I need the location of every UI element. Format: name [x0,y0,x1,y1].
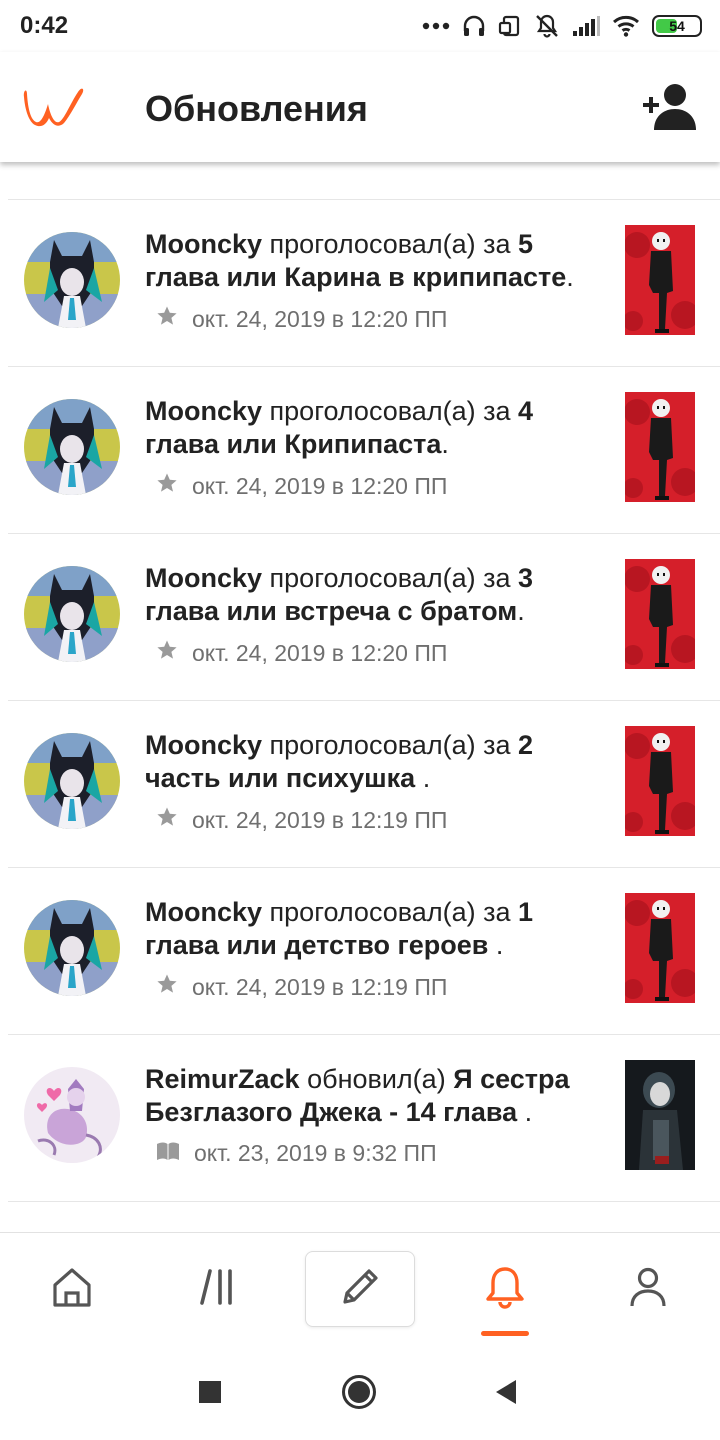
profile-icon [626,1265,670,1314]
nav-home[interactable] [17,1233,127,1345]
timestamp: окт. 24, 2019 в 12:20 ПП [192,472,448,499]
timestamp: окт. 24, 2019 в 12:19 ПП [192,806,448,833]
screen: 0:42 54 Обновления Mooncky проголосовал(… [0,0,720,1440]
item-meta: окт. 24, 2019 в 12:19 ПП [156,806,447,834]
list-item[interactable]: Mooncky проголосовал(а) за 5 глава или К… [8,200,720,367]
avatar[interactable] [24,733,120,829]
timestamp: окт. 24, 2019 в 12:19 ПП [192,973,448,1000]
avatar[interactable] [24,232,120,328]
headphones-icon [462,14,486,38]
username-link[interactable]: Mooncky [145,229,262,259]
story-cover[interactable] [625,559,695,669]
list-item[interactable]: Mooncky проголосовал(а) за 2 часть или п… [8,701,720,868]
updates-list: Mooncky проголосовал(а) за 5 глава или К… [0,200,720,1202]
wattpad-logo-icon[interactable] [22,80,88,133]
username-link[interactable]: Mooncky [145,563,262,593]
updates-feed[interactable]: Mooncky проголосовал(а) за 5 глава или К… [0,162,720,1232]
story-cover[interactable] [625,225,695,335]
item-text: Mooncky проголосовал(а) за 4 глава или К… [145,395,580,461]
end-punct: . [441,429,449,459]
list-item[interactable]: ReimurZack обновил(а) Я сестра Безглазог… [8,1035,720,1202]
rotate-icon [498,14,522,38]
active-tab-indicator [481,1331,529,1336]
signal-icon [572,15,600,37]
item-text: Mooncky проголосовал(а) за 1 глава или д… [145,896,580,962]
star-icon [156,639,178,667]
item-text: Mooncky проголосовал(а) за 2 часть или п… [145,729,580,795]
list-item[interactable]: Mooncky проголосовал(а) за 3 глава или в… [8,534,720,701]
dots-icon [422,22,450,30]
mute-icon [534,13,560,39]
timestamp: окт. 23, 2019 в 9:32 ПП [194,1140,437,1166]
pencil-icon [337,1264,383,1315]
item-text: Mooncky проголосовал(а) за 3 глава или в… [145,562,580,628]
avatar[interactable] [24,900,120,996]
status-icons: 54 [422,10,702,42]
star-icon [156,305,178,333]
list-item[interactable]: Mooncky проголосовал(а) за 4 глава или К… [8,367,720,534]
list-item[interactable]: Mooncky проголосовал(а) за 1 глава или д… [8,868,720,1035]
star-icon [156,973,178,1001]
partial-list-item[interactable] [8,162,720,200]
page-title: Обновления [145,88,368,129]
star-icon [156,806,178,834]
library-icon [196,1265,240,1314]
item-text: Mooncky проголосовал(а) за 5 глава или К… [145,228,580,294]
end-punct: . [517,596,525,626]
recents-icon[interactable] [198,1380,222,1409]
status-bar: 0:42 54 [0,0,720,52]
book-icon [156,1140,180,1167]
timestamp: окт. 24, 2019 в 12:20 ПП [192,639,448,666]
story-cover[interactable] [625,1060,695,1170]
story-cover[interactable] [625,392,695,502]
username-link[interactable]: Mooncky [145,897,262,927]
action-text: проголосовал(а) за [269,396,511,426]
wifi-icon [612,15,640,37]
action-text: обновил(а) [307,1064,446,1094]
home-circle-icon[interactable] [341,1374,377,1415]
app-header: Обновления [0,52,720,162]
star-icon [156,472,178,500]
item-meta: окт. 24, 2019 в 12:20 ПП [156,639,447,667]
avatar[interactable] [24,566,120,662]
action-text: проголосовал(а) за [269,229,511,259]
timestamp: окт. 24, 2019 в 12:20 ПП [192,305,448,332]
action-text: проголосовал(а) за [269,563,511,593]
avatar[interactable] [24,1067,120,1163]
nav-library[interactable] [163,1233,273,1345]
system-nav [0,1344,720,1440]
item-text: ReimurZack обновил(а) Я сестра Безглазог… [145,1063,580,1129]
battery-icon: 54 [652,15,702,37]
item-meta: окт. 24, 2019 в 12:20 ПП [156,305,447,333]
username-link[interactable]: Mooncky [145,730,262,760]
end-punct: . [517,1097,533,1127]
action-text: проголосовал(а) за [269,897,511,927]
story-cover[interactable] [625,893,695,1003]
nav-write[interactable] [305,1251,415,1327]
back-icon[interactable] [494,1378,518,1411]
add-user-icon[interactable] [642,82,698,135]
username-link[interactable]: ReimurZack [145,1064,300,1094]
end-punct: . [566,262,574,292]
end-punct: . [488,930,504,960]
avatar[interactable] [24,399,120,495]
action-text: проголосовал(а) за [269,730,511,760]
item-meta: окт. 23, 2019 в 9:32 ПП [156,1140,437,1167]
item-meta: окт. 24, 2019 в 12:19 ПП [156,973,447,1001]
story-cover[interactable] [625,726,695,836]
nav-profile[interactable] [593,1233,703,1345]
bottom-nav [0,1232,720,1344]
nav-notifications[interactable] [450,1233,560,1345]
bell-icon [481,1263,529,1316]
end-punct: . [415,763,431,793]
battery-percent: 54 [669,18,685,34]
item-meta: окт. 24, 2019 в 12:20 ПП [156,472,447,500]
status-time: 0:42 [20,12,69,39]
username-link[interactable]: Mooncky [145,396,262,426]
home-icon [50,1265,94,1314]
